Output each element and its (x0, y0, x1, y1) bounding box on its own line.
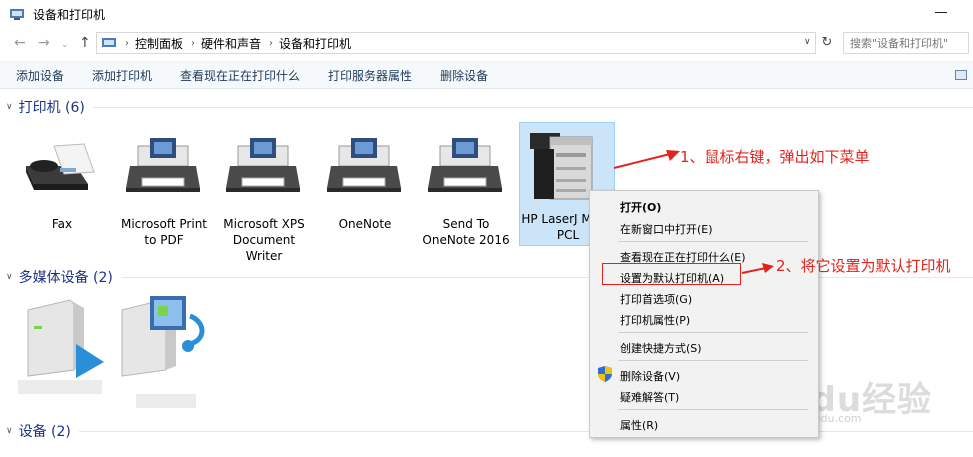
recent-dropdown-icon[interactable]: ⌄ (61, 38, 69, 52)
refresh-icon[interactable]: ↻ (818, 34, 836, 52)
group-title-media: 多媒体设备 (2) (18, 270, 113, 286)
fax-icon (26, 143, 95, 190)
address-dropdown-icon[interactable]: ∨ (804, 37, 811, 47)
printer-icon (327, 138, 401, 192)
uac-shield-icon (598, 366, 612, 382)
device-onenote[interactable]: OneNote (317, 126, 413, 250)
group-divider (92, 106, 973, 108)
media-device-1[interactable] (14, 296, 110, 406)
menu-item-printer-properties[interactable]: 打印机属性(P) (620, 312, 690, 328)
blurred-label (136, 394, 196, 408)
annotation-arrow-1 (613, 150, 680, 169)
device-label: Microsoft Print to PDF (120, 217, 208, 247)
context-menu: 打开(O) 在新窗口中打开(E) 查看现在正在打印什么(E) 设置为默认打印机(… (589, 190, 819, 438)
group-divider (120, 276, 973, 278)
media-library-icon (121, 296, 205, 377)
group-divider (78, 430, 973, 432)
device-ms-xps[interactable]: Microsoft XPS Document Writer (216, 126, 312, 263)
menu-item-properties[interactable]: 属性(R) (620, 417, 658, 433)
minimize-button[interactable] (935, 12, 947, 13)
media-server-icon (27, 299, 104, 378)
printer-icon (428, 138, 502, 192)
printer-icon (226, 138, 300, 192)
annotation-step-1: 1、鼠标右键，弹出如下菜单 (680, 148, 870, 166)
group-title-printers: 打印机 (6) (18, 100, 85, 116)
window-title: 设备和打印机 (33, 7, 106, 22)
chevron-right-icon[interactable]: › (269, 38, 273, 49)
printer-icon (126, 138, 200, 192)
menu-item-troubleshoot[interactable]: 疑难解答(T) (620, 389, 679, 405)
search-input[interactable]: 搜索"设备和打印机" (843, 32, 969, 54)
command-bar: 添加设备 添加打印机 查看现在正在打印什么 打印服务器属性 删除设备 (0, 61, 973, 89)
change-view-icon[interactable] (955, 70, 967, 80)
device-label: OneNote (338, 217, 392, 231)
blurred-label (18, 380, 102, 394)
highlight-box (602, 263, 741, 285)
title-bar: 设备和打印机 (0, 0, 973, 28)
collapse-chevron-icon[interactable]: ∨ (6, 102, 13, 112)
menu-separator (618, 409, 808, 410)
menu-item-open[interactable]: 打开(O) (620, 199, 661, 215)
see-printing-button[interactable]: 查看现在正在打印什么 (180, 67, 300, 84)
forward-arrow-icon[interactable]: → (38, 36, 50, 50)
device-label: Fax (51, 217, 73, 231)
collapse-chevron-icon[interactable]: ∨ (6, 426, 13, 436)
menu-separator (618, 241, 808, 242)
chevron-right-icon[interactable]: › (191, 38, 195, 49)
chevron-right-icon[interactable]: › (125, 38, 129, 49)
device-label: Microsoft XPS Document Writer (223, 217, 305, 263)
annotation-step-2: 2、将它设置为默认打印机 (776, 257, 951, 275)
control-panel-icon (102, 38, 116, 47)
device-send-to-onenote[interactable]: Send To OneNote 2016 (418, 126, 514, 250)
back-arrow-icon[interactable]: ← (14, 36, 26, 50)
collapse-chevron-icon[interactable]: ∨ (6, 272, 13, 282)
breadcrumb-control-panel[interactable]: 控制面板 (135, 35, 183, 52)
menu-item-create-shortcut[interactable]: 创建快捷方式(S) (620, 340, 702, 356)
group-header-printers[interactable]: ∨ 打印机 (6) (0, 96, 973, 118)
media-device-2[interactable] (114, 292, 210, 408)
device-ms-print-pdf[interactable]: Microsoft Print to PDF (116, 126, 212, 250)
device-label: Send To OneNote 2016 (422, 217, 510, 247)
menu-item-preferences[interactable]: 打印首选项(G) (620, 291, 692, 307)
add-device-button[interactable]: 添加设备 (16, 67, 64, 84)
remove-device-button[interactable]: 删除设备 (440, 67, 488, 84)
search-placeholder: 搜索"设备和打印机" (850, 37, 949, 50)
menu-separator (618, 332, 808, 333)
breadcrumb-hardware-sound[interactable]: 硬件和声音 (201, 35, 261, 52)
menu-item-open-new-window[interactable]: 在新窗口中打开(E) (620, 221, 713, 237)
menu-item-remove-device[interactable]: 删除设备(V) (620, 368, 680, 384)
devices-printers-icon (9, 7, 25, 21)
device-fax[interactable]: Fax (14, 126, 110, 250)
breadcrumb-devices-printers[interactable]: 设备和打印机 (279, 35, 351, 52)
group-title-devices: 设备 (2) (18, 424, 71, 440)
add-printer-button[interactable]: 添加打印机 (92, 67, 152, 84)
address-bar[interactable]: › 控制面板 › 硬件和声音 › 设备和打印机 (96, 32, 816, 54)
menu-separator (618, 360, 808, 361)
address-row: ← → ⌄ ↑ › 控制面板 › 硬件和声音 › 设备和打印机 ∨ ↻ 搜索"设… (0, 30, 973, 58)
annotation-arrow-2 (741, 263, 774, 274)
print-server-props-button[interactable]: 打印服务器属性 (328, 67, 412, 84)
up-arrow-icon[interactable]: ↑ (79, 36, 91, 50)
